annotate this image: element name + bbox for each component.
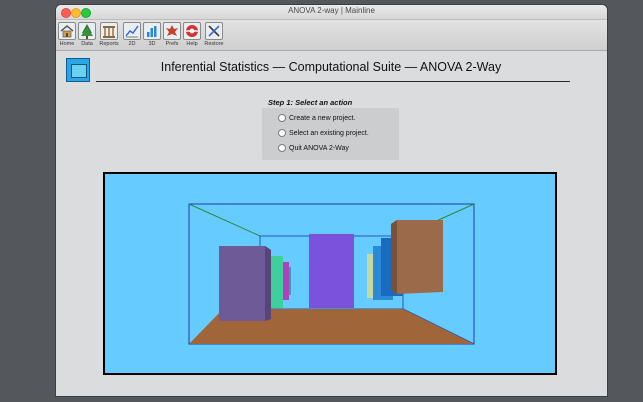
option-create-project[interactable]: Create a new project.: [278, 114, 356, 122]
toolbar-restore-button[interactable]: Restore: [203, 22, 225, 47]
action-options-group: Create a new project. Select an existing…: [262, 108, 399, 160]
3d-scene-canvas: [105, 174, 555, 373]
toolbar-3d-label: 3D: [148, 41, 156, 47]
tree-icon: [78, 22, 96, 40]
tools-icon: [205, 22, 223, 40]
page-title: Inferential Statistics — Computational S…: [160, 60, 502, 74]
scene-box-1-side: [265, 246, 271, 321]
option-quit[interactable]: Quit ANOVA 2-Way: [278, 144, 349, 152]
toolbar-data-button[interactable]: Data: [76, 22, 98, 47]
window-title: ANOVA 2-way | Mainline: [288, 6, 375, 15]
scene-box-2: [391, 220, 443, 294]
toolbar-data-label: Data: [81, 41, 93, 47]
option-create-project-label: Create a new project.: [289, 114, 356, 122]
toolbar-reports-label: Reports: [99, 41, 119, 47]
option-select-project[interactable]: Select an existing project.: [278, 129, 369, 137]
home-icon: [58, 22, 76, 40]
radio-select-project[interactable]: [278, 129, 286, 137]
title-divider: [96, 81, 570, 82]
app-logo-icon: [66, 58, 90, 82]
toolbar-2d-button[interactable]: 2D: [121, 22, 143, 47]
toolbar-home-button[interactable]: Home: [56, 22, 78, 47]
option-select-project-label: Select an existing project.: [289, 129, 369, 137]
scene-box-center: [309, 234, 354, 308]
toolbar-prefs-label: Prefs: [165, 41, 179, 47]
toolbar-reports-button[interactable]: Reports: [98, 22, 120, 47]
toolbar-restore-label: Restore: [204, 41, 224, 47]
lifebuoy-icon: [183, 22, 201, 40]
option-quit-label: Quit ANOVA 2-Way: [289, 144, 349, 152]
step-heading: Step 1: Select an action: [268, 98, 353, 107]
toolbar: Home Data Reports 2D 3D Prefs Help Resto…: [56, 20, 607, 51]
toolbar-home-label: Home: [59, 41, 75, 47]
title-bar: ANOVA 2-way | Mainline: [56, 5, 607, 20]
toolbar-prefs-button[interactable]: Prefs: [161, 22, 183, 47]
toolbar-help-button[interactable]: Help: [181, 22, 203, 47]
scene-box-1: [219, 246, 271, 321]
toolbar-help-label: Help: [186, 41, 198, 47]
leaf-icon: [163, 22, 181, 40]
radio-create-project[interactable]: [278, 114, 286, 122]
scene-box-2-side: [391, 220, 397, 294]
3d-scene-view[interactable]: [103, 172, 557, 375]
columns-icon: [100, 22, 118, 40]
line-chart-icon: [123, 22, 141, 40]
toolbar-3d-button[interactable]: 3D: [141, 22, 163, 47]
bar-chart-icon: [143, 22, 161, 40]
app-window: ANOVA 2-way | Mainline Home Data Reports…: [56, 5, 607, 396]
toolbar-2d-label: 2D: [128, 41, 136, 47]
radio-quit[interactable]: [278, 144, 286, 152]
main-content: Inferential Statistics — Computational S…: [56, 51, 607, 396]
